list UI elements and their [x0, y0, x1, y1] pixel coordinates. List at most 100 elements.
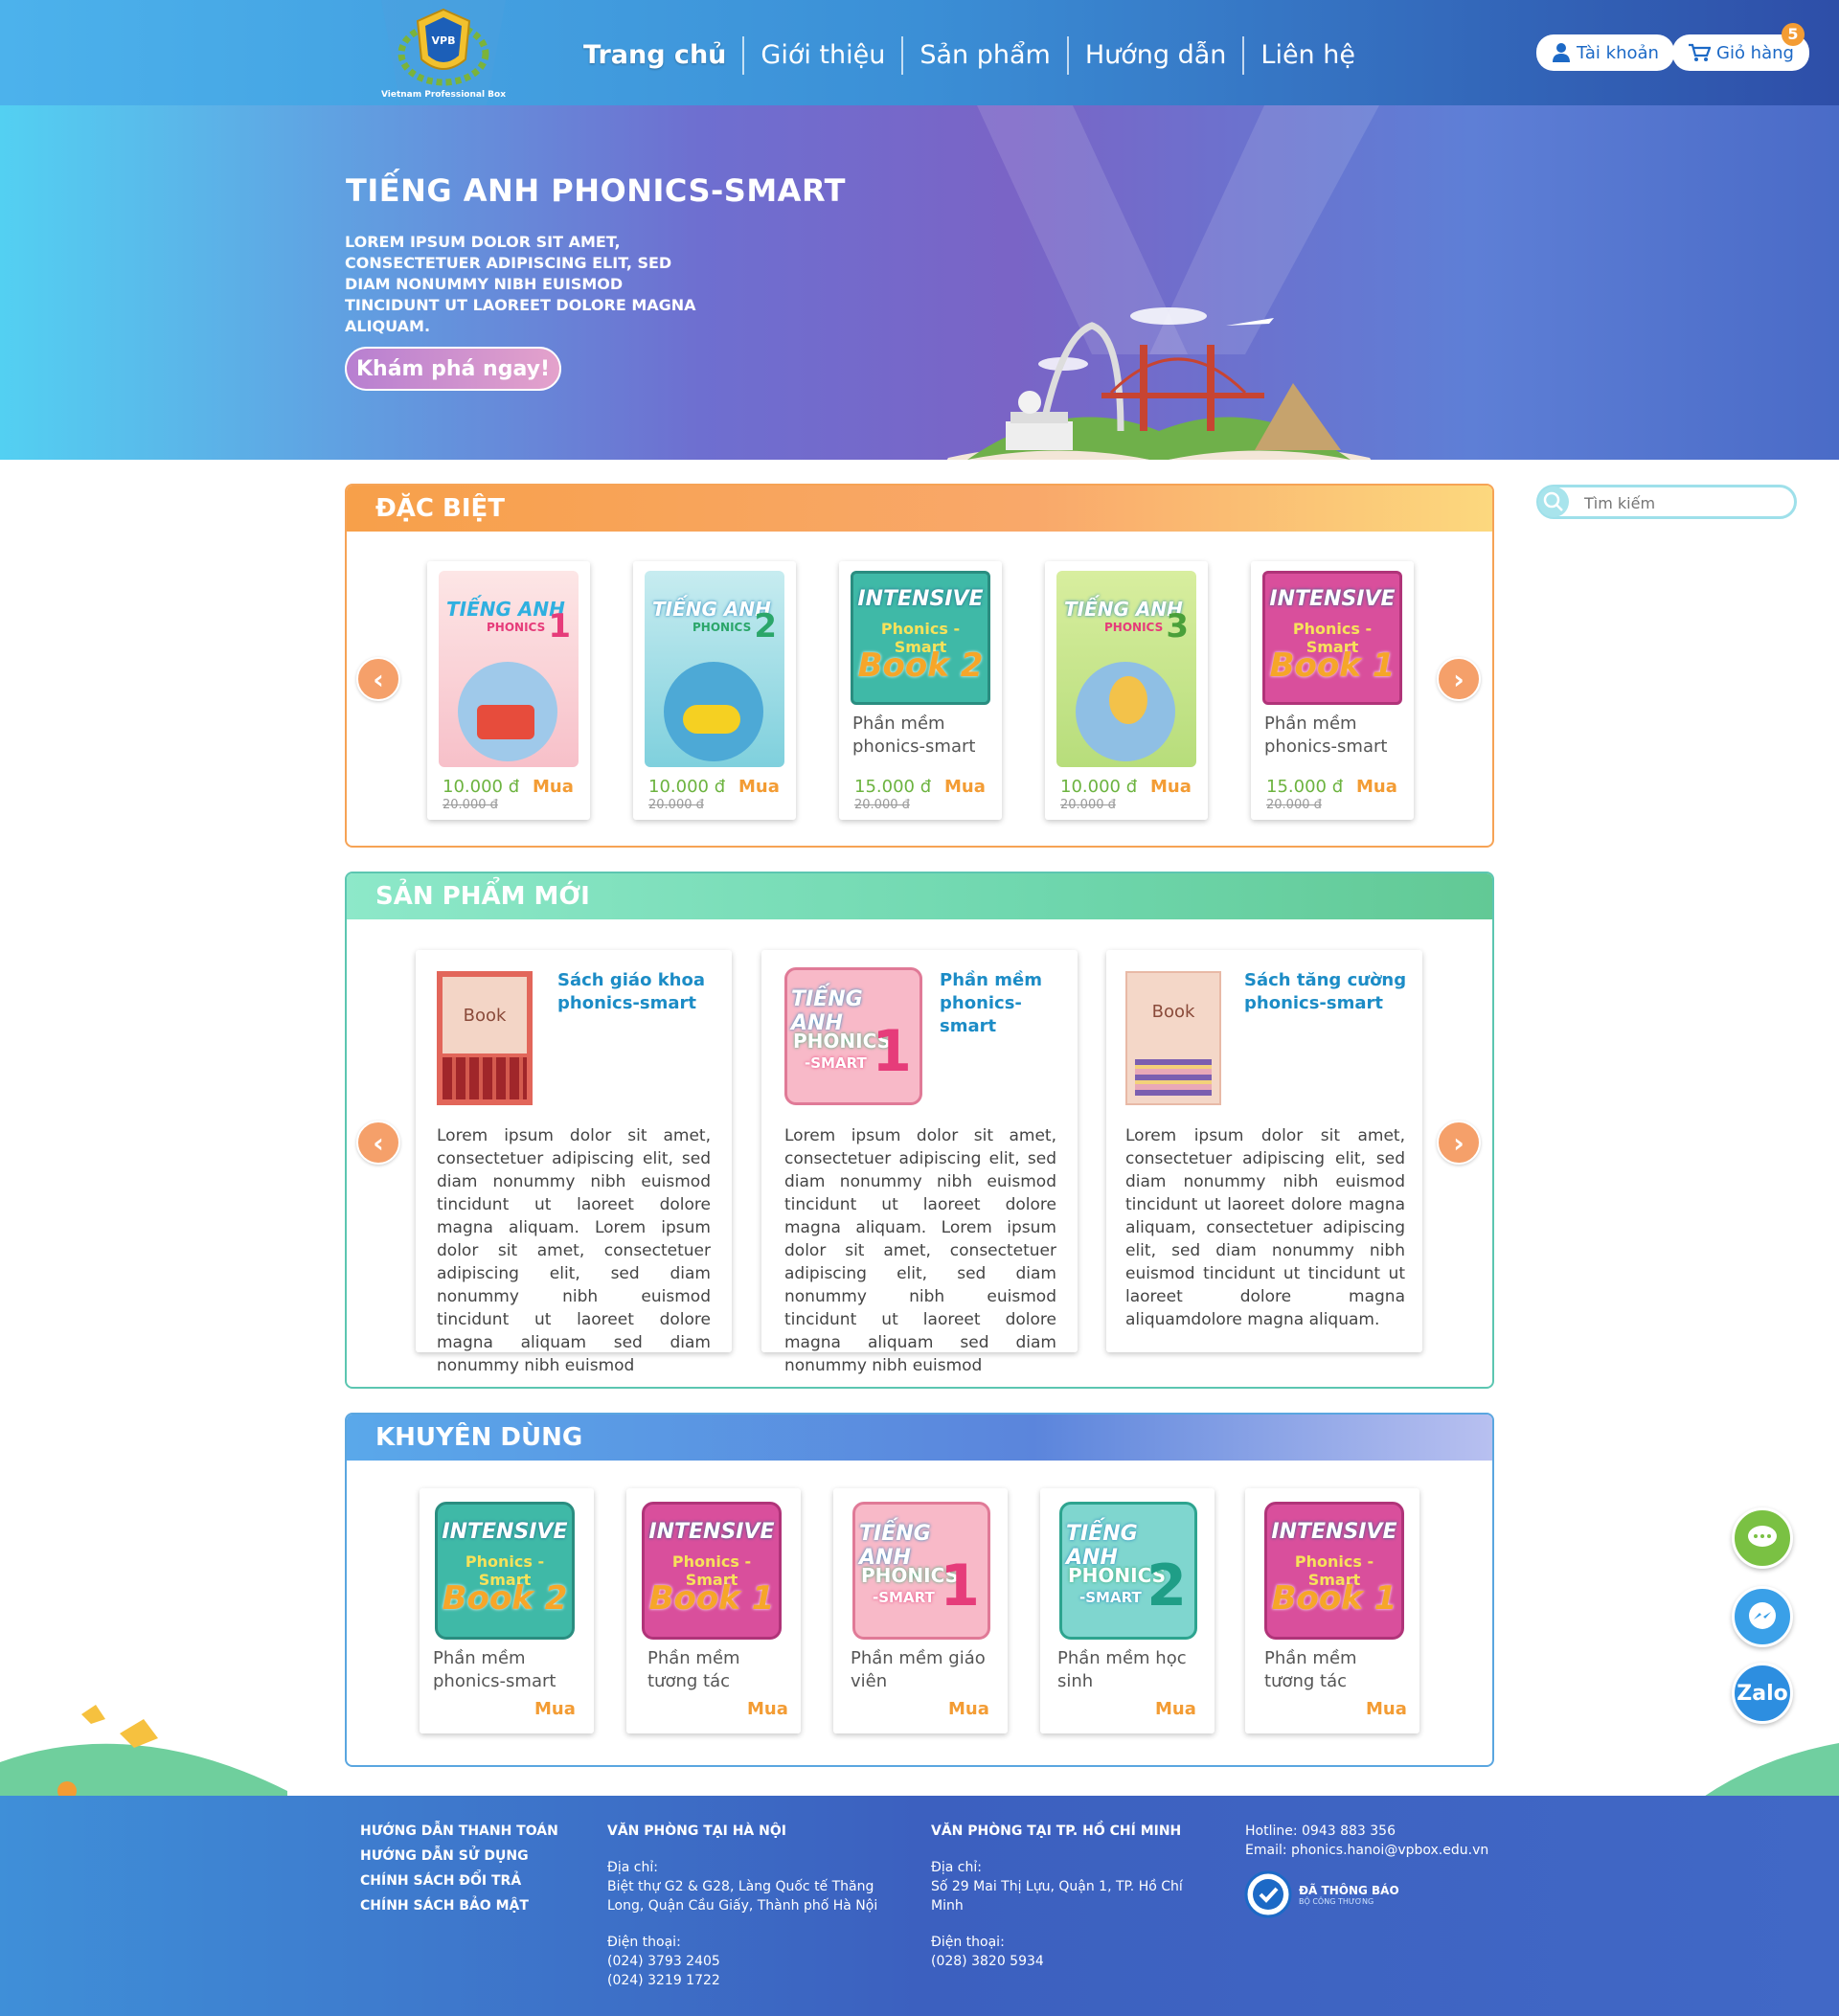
footer-links: HƯỚNG DẪN THANH TOÁN HƯỚNG DẪN SỬ DỤNG C…: [360, 1822, 558, 1915]
product-price: 10.000 đ: [648, 777, 726, 797]
cover-book: Book 1: [1271, 1579, 1397, 1618]
footer-link-payment[interactable]: HƯỚNG DẪN THANH TOÁN: [360, 1822, 558, 1841]
cover-title: INTENSIVE: [1271, 1520, 1397, 1544]
cover-subtitle: PHONICS: [487, 621, 546, 634]
cover-smart: -SMART: [1079, 1589, 1142, 1606]
account-button[interactable]: Tài khoản: [1536, 34, 1674, 71]
special-next-arrow[interactable]: ›: [1437, 657, 1481, 701]
hotline[interactable]: Hotline: 0943 883 356: [1245, 1822, 1494, 1841]
cover-title: INTENSIVE: [1269, 587, 1396, 611]
footer-link-privacy[interactable]: CHÍNH SÁCH BẢO MẬT: [360, 1896, 558, 1915]
hero-text: LOREM IPSUM DOLOR SIT AMET, CONSECTETUER…: [345, 233, 696, 335]
search-icon[interactable]: [1538, 487, 1569, 517]
product-cover: TIẾNG ANH PHONICS 2: [645, 571, 784, 767]
cover-number: 3: [1166, 607, 1189, 646]
cover-book: Book 2: [857, 646, 984, 685]
new-product-title[interactable]: Phần mềm phonics-smart: [940, 969, 1074, 1038]
new-product-desc: Lorem ipsum dolor sit amet, consectetuer…: [784, 1126, 1056, 1375]
logo[interactable]: VPB Vietnam Professional Box: [362, 0, 525, 105]
footer-link-returns[interactable]: CHÍNH SÁCH ĐỔI TRẢ: [360, 1871, 558, 1891]
new-product-title[interactable]: Sách giáo khoa phonics-smart: [557, 969, 720, 1015]
product-old-price: 20.000 đ: [1060, 798, 1116, 812]
product-name: Phần mềm phonics-smart: [1264, 714, 1388, 757]
product-cover: INTENSIVE Phonics - Smart Book 2: [851, 571, 990, 705]
hanoi-address-label: Địa chỉ:: [607, 1860, 658, 1875]
hanoi-address: Biệt thự G2 & G28, Làng Quốc tế Thăng Lo…: [607, 1879, 878, 1914]
nav-guide[interactable]: Hướng dẫn: [1069, 36, 1245, 75]
cover-number: 1: [548, 607, 571, 646]
search-input[interactable]: [1584, 492, 1785, 513]
bird-icon: [120, 1719, 158, 1748]
product-card[interactable]: TIẾNG ANH PHONICS 2 10.000 đ 20.000 đ Mu…: [633, 561, 796, 820]
new-next-arrow[interactable]: ›: [1437, 1121, 1481, 1165]
explore-button[interactable]: Khám phá ngay!: [345, 347, 561, 391]
cart-count-badge: 5: [1782, 23, 1805, 46]
chat-button[interactable]: [1732, 1507, 1793, 1569]
footer-hanoi: VĂN PHÒNG TẠI HÀ NỘI Địa chỉ: Biệt thự G…: [607, 1822, 895, 1990]
product-cover: TIẾNG ANH PHONICS -SMART 1: [852, 1502, 990, 1640]
cover-number: 1: [872, 1018, 912, 1085]
product-name: Phần mềm giáo viên: [851, 1648, 986, 1691]
cover-book-text: Book: [1151, 1002, 1195, 1022]
account-label: Tài khoản: [1577, 42, 1659, 63]
product-name: Phần mềm phonics-smart: [852, 714, 976, 757]
special-prev-arrow[interactable]: ‹: [356, 657, 400, 701]
recommended-card[interactable]: INTENSIVE Phonics - Smart Book 2 Phần mề…: [420, 1488, 594, 1733]
footer: [0, 1796, 1839, 2016]
buy-button[interactable]: Mua: [738, 777, 780, 797]
nav-about[interactable]: Giới thiệu: [744, 36, 904, 75]
product-cover: INTENSIVE Phonics - Smart Book 1: [642, 1502, 782, 1640]
buy-button[interactable]: Mua: [1150, 777, 1192, 797]
product-cover: INTENSIVE Phonics - Smart Book 2: [435, 1502, 575, 1640]
hcm-phone-label: Điện thoại:: [931, 1935, 1005, 1950]
new-product-title[interactable]: Sách tăng cường phonics-smart: [1244, 969, 1407, 1015]
product-card[interactable]: TIẾNG ANH PHONICS 3 10.000 đ 20.000 đ Mu…: [1045, 561, 1208, 820]
nav-home[interactable]: Trang chủ: [567, 36, 745, 75]
nav-contact[interactable]: Liên hệ: [1244, 36, 1372, 75]
product-old-price: 20.000 đ: [648, 798, 704, 812]
messenger-button[interactable]: [1732, 1586, 1793, 1647]
recommended-card[interactable]: INTENSIVE Phonics - Smart Book 1 Phần mề…: [1245, 1488, 1419, 1733]
hanoi-title: VĂN PHÒNG TẠI HÀ NỘI: [607, 1823, 786, 1839]
recommended-card[interactable]: INTENSIVE Phonics - Smart Book 1 Phần mề…: [626, 1488, 801, 1733]
product-cover: TIẾNG ANH PHONICS 1: [439, 571, 579, 767]
cover-title: TIẾNG ANH: [446, 598, 565, 621]
messenger-icon: [1749, 1602, 1776, 1629]
product-cover: INTENSIVE Phonics - Smart Book 1: [1264, 1502, 1404, 1640]
product-price: 10.000 đ: [1060, 777, 1138, 797]
nav-products[interactable]: Sản phẩm: [903, 36, 1069, 75]
cover-title: INTENSIVE: [442, 1520, 568, 1544]
hanoi-phone-label: Điện thoại:: [607, 1935, 681, 1950]
cart-icon: [1689, 43, 1711, 61]
new-prev-arrow[interactable]: ‹: [356, 1121, 400, 1165]
buy-button[interactable]: Mua: [533, 777, 574, 797]
buy-button[interactable]: Mua: [1356, 777, 1397, 797]
email[interactable]: Email: phonics.hanoi@vpbox.edu.vn: [1245, 1841, 1494, 1860]
product-card[interactable]: INTENSIVE Phonics - Smart Book 2 Phần mề…: [839, 561, 1002, 820]
main-nav: Trang chủ Giới thiệu Sản phẩm Hướng dẫn …: [567, 36, 1372, 75]
hanoi-phone-2[interactable]: (024) 3219 1722: [607, 1971, 895, 1990]
footer-contact: Hotline: 0943 883 356 Email: phonics.han…: [1245, 1822, 1494, 1860]
logo-text: Vietnam Professional Box: [381, 90, 506, 100]
cover-title: TIẾNG ANH: [1064, 598, 1183, 621]
special-section-title: ĐẶC BIỆT: [347, 486, 1492, 532]
product-card[interactable]: TIẾNG ANH PHONICS 1 10.000 đ 20.000 đ Mu…: [427, 561, 590, 820]
hanoi-phone-1[interactable]: (024) 3793 2405: [607, 1952, 895, 1971]
buy-button[interactable]: Mua: [944, 777, 986, 797]
product-card[interactable]: INTENSIVE Phonics - Smart Book 1 Phần mề…: [1251, 561, 1414, 820]
product-cover: TIẾNG ANH PHONICS -SMART 2: [1059, 1502, 1197, 1640]
new-product-card[interactable]: TIẾNG ANH PHONICS -SMART 1 Phần mềm phon…: [761, 950, 1078, 1375]
new-product-card[interactable]: Book Sách tăng cường phonics-smart Lorem…: [1106, 950, 1422, 1352]
recommended-card[interactable]: TIẾNG ANH PHONICS -SMART 2 Phần mềm học …: [1040, 1488, 1215, 1733]
hcm-title: VĂN PHÒNG TẠI TP. HỒ CHÍ MINH: [931, 1823, 1182, 1839]
footer-link-usage[interactable]: HƯỚNG DẪN SỬ DỤNG: [360, 1846, 558, 1866]
user-icon: [1553, 43, 1570, 62]
cover-smart: -SMART: [805, 1054, 867, 1072]
new-product-card[interactable]: Book Sách giáo khoa phonics-smart Lorem …: [416, 950, 732, 1375]
cover-book-text: Book: [443, 977, 527, 1053]
hero-title: TIẾNG ANH PHONICS-SMART: [346, 172, 846, 209]
hcm-phone[interactable]: (028) 3820 5934: [931, 1952, 1218, 1971]
recommended-card[interactable]: TIẾNG ANH PHONICS -SMART 1 Phần mềm giáo…: [833, 1488, 1008, 1733]
product-name: Phần mềm tương tác: [647, 1648, 740, 1691]
registered-badge[interactable]: ĐÃ THÔNG BÁO BỘ CÔNG THƯƠNG: [1243, 1869, 1399, 1919]
